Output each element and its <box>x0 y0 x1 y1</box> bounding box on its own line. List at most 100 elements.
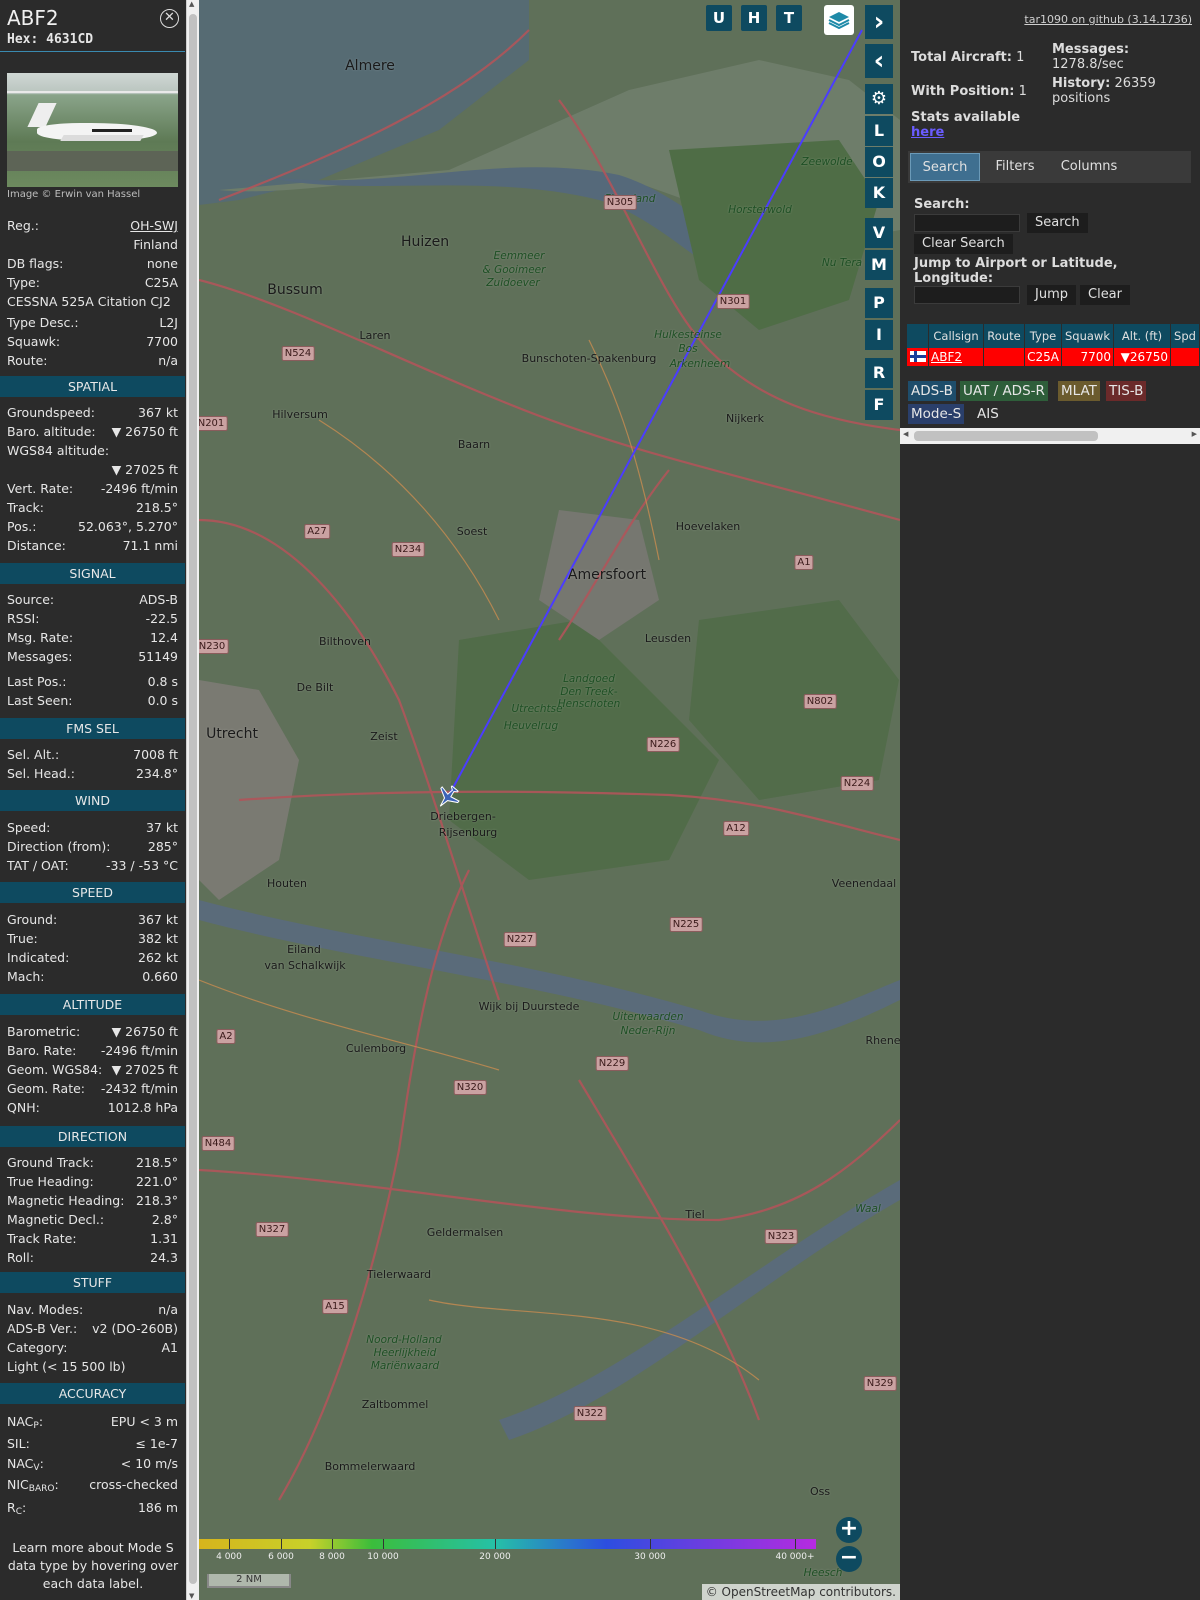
scroll-right-arrow[interactable]: ▶ <box>1192 430 1197 438</box>
zoom-out-icon[interactable]: − <box>836 1546 862 1572</box>
sil-label[interactable]: SIL: <box>7 1435 30 1453</box>
row-label[interactable]: CESSNA 525A Citation CJ2 <box>7 293 171 311</box>
map-toggle-l[interactable]: L <box>865 116 893 146</box>
col-header-type[interactable]: Type <box>1025 324 1062 348</box>
table-horizontal-scrollbar[interactable]: ◀ ▶ <box>900 428 1200 444</box>
map-toggle-i[interactable]: I <box>865 320 893 350</box>
scroll-up-arrow[interactable]: ▲ <box>189 0 194 8</box>
row-label[interactable]: Source: <box>7 591 54 609</box>
table-scroll-thumb[interactable] <box>914 431 1098 441</box>
row-value[interactable]: OH-SWJ <box>130 217 178 235</box>
col-header-callsign[interactable]: Callsign <box>929 324 984 348</box>
settings-gear-icon[interactable]: ⚙ <box>865 84 893 114</box>
scroll-down-arrow[interactable]: ▼ <box>189 1592 194 1600</box>
map-toggle-m[interactable]: M <box>865 250 893 280</box>
col-header-altitude[interactable]: Alt. (ft) <box>1114 324 1171 348</box>
tab-search[interactable]: Search <box>910 153 980 181</box>
sidebar-scroll-thumb[interactable] <box>189 14 197 1584</box>
map-button-h[interactable]: H <box>741 5 767 31</box>
map-button-u[interactable]: U <box>706 5 732 31</box>
map-toggle-r[interactable]: R <box>865 358 893 388</box>
row-label[interactable]: Ground: <box>7 911 57 929</box>
map-attribution[interactable]: © OpenStreetMap contributors. <box>701 1584 900 1600</box>
col-header-route[interactable]: Route <box>984 324 1025 348</box>
row-callsign[interactable]: ABF2 <box>929 348 984 366</box>
row-label[interactable]: TAT / OAT: <box>7 857 69 875</box>
map-toggle-f[interactable]: F <box>865 390 893 420</box>
clear-jump-button[interactable]: Clear <box>1080 285 1130 305</box>
row-label[interactable]: RSSI: <box>7 610 39 628</box>
col-header-speed[interactable]: Spd <box>1171 324 1200 348</box>
row-label[interactable]: Barometric: <box>7 1023 80 1041</box>
aircraft-photo[interactable] <box>7 73 178 187</box>
jump-button[interactable]: Jump <box>1027 285 1076 305</box>
row-label[interactable]: Vert. Rate: <box>7 480 73 498</box>
search-input[interactable] <box>914 214 1020 232</box>
row-label[interactable]: Geom. Rate: <box>7 1080 85 1098</box>
row-label[interactable]: Category: <box>7 1339 67 1357</box>
row-label[interactable]: Sel. Head.: <box>7 765 75 783</box>
expand-panel-icon[interactable]: › <box>865 5 893 39</box>
row-label[interactable]: Route: <box>7 352 48 370</box>
row-label[interactable]: Distance: <box>7 537 66 555</box>
row-label[interactable]: Baro. Rate: <box>7 1042 76 1060</box>
row-label[interactable]: Sel. Alt.: <box>7 746 59 764</box>
row-label[interactable]: Type: <box>7 274 40 292</box>
col-header-squawk[interactable]: Squawk <box>1062 324 1114 348</box>
stats-link[interactable]: here <box>911 125 944 140</box>
row-label[interactable]: Baro. altitude: <box>7 423 96 441</box>
row-label[interactable]: Pos.: <box>7 518 36 536</box>
map-button-t[interactable]: T <box>776 5 802 31</box>
layers-icon[interactable] <box>824 5 854 35</box>
col-header-flag[interactable] <box>907 324 929 348</box>
row-label[interactable]: Squawk: <box>7 333 60 351</box>
row-label[interactable]: Roll: <box>7 1249 34 1267</box>
row-label[interactable]: Direction (from): <box>7 838 111 856</box>
sidebar-scrollbar[interactable]: ▲ ▼ <box>186 0 199 1600</box>
row-label[interactable]: Msg. Rate: <box>7 629 73 647</box>
row-label[interactable]: Indicated: <box>7 949 69 967</box>
row-label[interactable]: QNH: <box>7 1099 40 1117</box>
row-label[interactable]: Geom. WGS84: <box>7 1061 102 1079</box>
row-label[interactable]: DB flags: <box>7 255 63 273</box>
row-label[interactable]: Light (< 15 500 lb) <box>7 1358 126 1376</box>
row-label[interactable]: Messages: <box>7 648 73 666</box>
map-toggle-v[interactable]: V <box>865 218 893 248</box>
map-view[interactable]: Almere Huizen Bussum Laren Hilversum Baarn Soe… <box>199 0 900 1600</box>
row-label[interactable]: ADS-B Ver.: <box>7 1320 77 1338</box>
tab-columns[interactable]: Columns <box>1050 153 1128 181</box>
scroll-left-arrow[interactable]: ◀ <box>903 430 908 438</box>
row-label[interactable]: Last Pos.: <box>7 673 66 691</box>
row-label[interactable]: Reg.: <box>7 217 39 235</box>
collapse-panel-icon[interactable]: ‹ <box>865 44 893 78</box>
row-label[interactable]: Magnetic Heading: <box>7 1192 124 1210</box>
row-label[interactable]: Track: <box>7 499 44 517</box>
row-label[interactable]: WGS84 altitude: <box>7 442 109 460</box>
row-label[interactable]: Type Desc.: <box>7 314 79 332</box>
row-label[interactable]: Magnetic Decl.: <box>7 1211 104 1229</box>
map-toggle-k[interactable]: K <box>865 178 893 208</box>
zoom-in-icon[interactable]: + <box>836 1517 862 1543</box>
github-link[interactable]: tar1090 on github (3.14.1736) <box>1024 13 1192 26</box>
row-label[interactable]: True Heading: <box>7 1173 94 1191</box>
clear-search-button[interactable]: Clear Search <box>914 234 1013 254</box>
search-button[interactable]: Search <box>1027 213 1088 233</box>
nicbaro-label[interactable]: NICBARO: <box>7 1476 59 1498</box>
row-label[interactable]: Ground Track: <box>7 1154 94 1172</box>
close-icon[interactable]: ✕ <box>160 9 179 28</box>
row-label[interactable]: Speed: <box>7 819 50 837</box>
map-toggle-o[interactable]: O <box>865 147 893 177</box>
nacv-label[interactable]: NACV: <box>7 1455 44 1477</box>
map-toggle-p[interactable]: P <box>865 288 893 318</box>
tab-filters[interactable]: Filters <box>982 153 1048 181</box>
row-value: n/a <box>158 1302 178 1317</box>
nacp-label[interactable]: NACP: <box>7 1413 43 1435</box>
row-label[interactable]: Groundspeed: <box>7 404 95 422</box>
row-label[interactable]: Nav. Modes: <box>7 1301 83 1319</box>
row-label[interactable]: True: <box>7 930 38 948</box>
row-label[interactable]: Track Rate: <box>7 1230 77 1248</box>
row-label[interactable]: Last Seen: <box>7 692 72 710</box>
rc-label[interactable]: RC: <box>7 1499 26 1521</box>
jump-input[interactable] <box>914 286 1020 304</box>
row-label[interactable]: Mach: <box>7 968 44 986</box>
